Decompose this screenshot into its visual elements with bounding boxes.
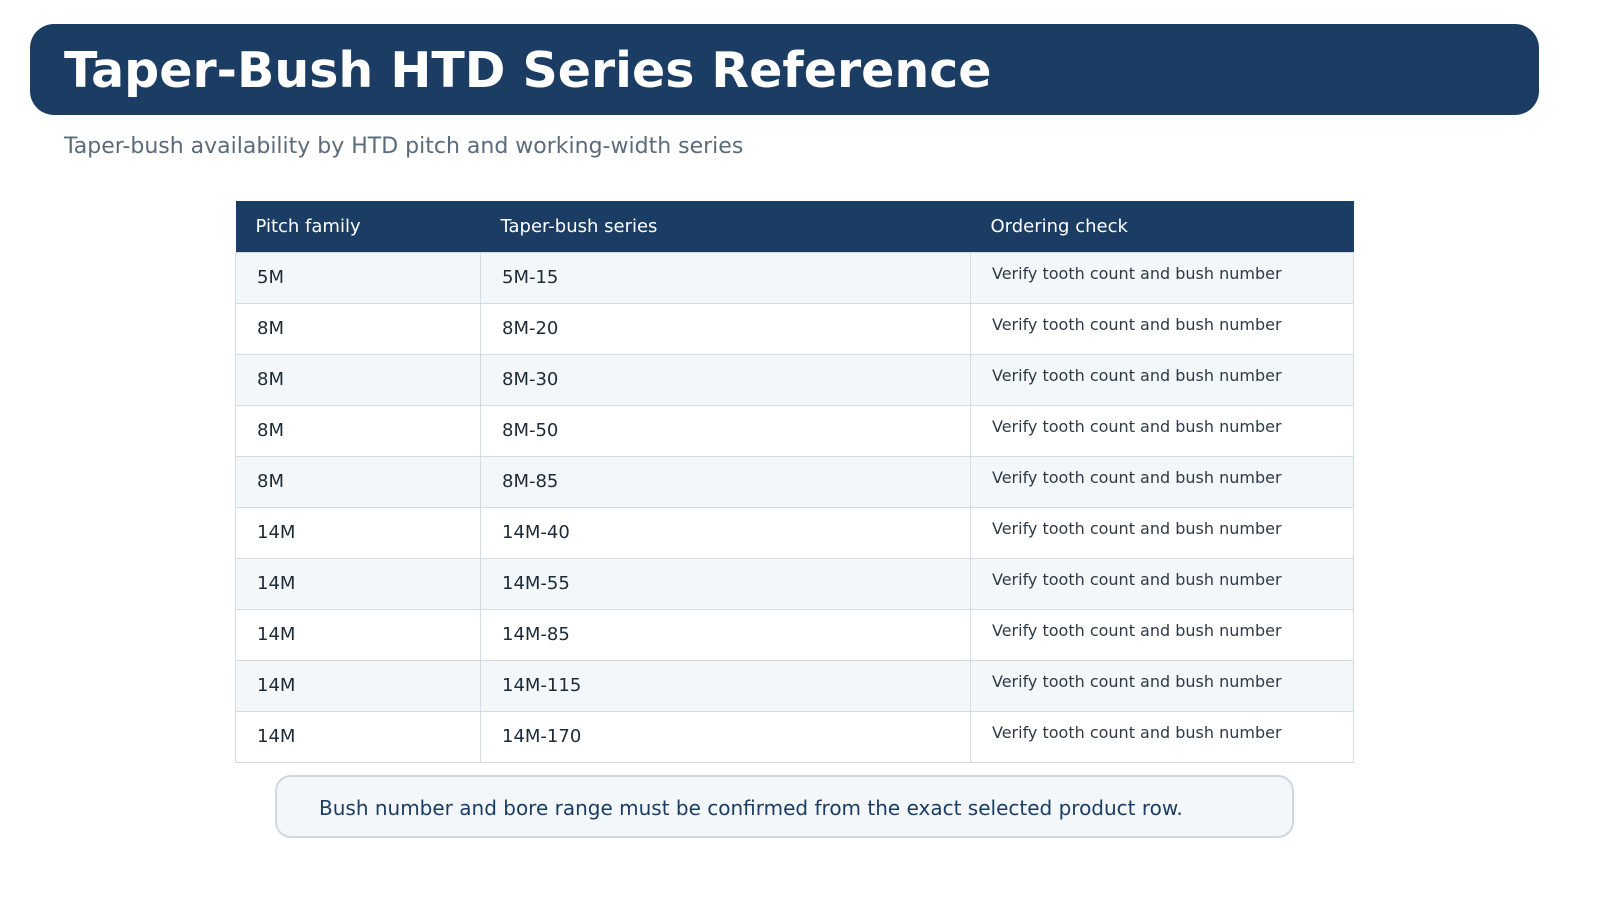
taper-bush-series-cell: 8M-50 xyxy=(480,404,971,457)
ordering-check-cell: Verify tooth count and bush number xyxy=(970,404,1354,457)
taper-bush-series-cell: 14M-170 xyxy=(480,710,971,763)
pitch-family-cell: 5M xyxy=(235,251,481,304)
table-row: 8M 8M-85 Verify tooth count and bush num… xyxy=(235,455,1354,508)
column-header-ordering-check: Ordering check xyxy=(970,201,1354,252)
table-row: 14M 14M-170 Verify tooth count and bush … xyxy=(235,710,1354,763)
table-row: 8M 8M-30 Verify tooth count and bush num… xyxy=(235,353,1354,406)
page-title: Taper-Bush HTD Series Reference xyxy=(64,42,992,99)
table-row: 14M 14M-85 Verify tooth count and bush n… xyxy=(235,608,1354,661)
taper-bush-series-cell: 14M-55 xyxy=(480,557,971,610)
taper-bush-series-cell: 14M-115 xyxy=(480,659,971,712)
series-table: Pitch family Taper-bush series Ordering … xyxy=(235,201,1354,763)
title-banner: Taper-Bush HTD Series Reference xyxy=(30,24,1539,115)
ordering-check-cell: Verify tooth count and bush number xyxy=(970,251,1354,304)
table-row: 14M 14M-55 Verify tooth count and bush n… xyxy=(235,557,1354,610)
ordering-check-cell: Verify tooth count and bush number xyxy=(970,659,1354,712)
confirmation-note: Bush number and bore range must be confi… xyxy=(275,775,1294,838)
confirmation-note-text: Bush number and bore range must be confi… xyxy=(319,796,1183,820)
column-header-pitch-family: Pitch family xyxy=(235,201,481,252)
table-row: 14M 14M-115 Verify tooth count and bush … xyxy=(235,659,1354,712)
taper-bush-series-cell: 14M-85 xyxy=(480,608,971,661)
pitch-family-cell: 8M xyxy=(235,404,481,457)
pitch-family-cell: 14M xyxy=(235,506,481,559)
table-row: 5M 5M-15 Verify tooth count and bush num… xyxy=(235,251,1354,304)
taper-bush-series-cell: 14M-40 xyxy=(480,506,971,559)
taper-bush-series-cell: 8M-20 xyxy=(480,302,971,355)
taper-bush-series-cell: 8M-30 xyxy=(480,353,971,406)
pitch-family-cell: 14M xyxy=(235,608,481,661)
column-header-taper-bush-series: Taper-bush series xyxy=(480,201,971,252)
taper-bush-series-cell: 5M-15 xyxy=(480,251,971,304)
pitch-family-cell: 14M xyxy=(235,557,481,610)
ordering-check-cell: Verify tooth count and bush number xyxy=(970,608,1354,661)
table-row: 14M 14M-40 Verify tooth count and bush n… xyxy=(235,506,1354,559)
table-header-row: Pitch family Taper-bush series Ordering … xyxy=(235,201,1354,252)
ordering-check-cell: Verify tooth count and bush number xyxy=(970,506,1354,559)
pitch-family-cell: 14M xyxy=(235,659,481,712)
pitch-family-cell: 8M xyxy=(235,455,481,508)
pitch-family-cell: 8M xyxy=(235,302,481,355)
pitch-family-cell: 8M xyxy=(235,353,481,406)
table-row: 8M 8M-50 Verify tooth count and bush num… xyxy=(235,404,1354,457)
pitch-family-cell: 14M xyxy=(235,710,481,763)
ordering-check-cell: Verify tooth count and bush number xyxy=(970,557,1354,610)
ordering-check-cell: Verify tooth count and bush number xyxy=(970,302,1354,355)
page-subtitle: Taper-bush availability by HTD pitch and… xyxy=(64,134,744,159)
ordering-check-cell: Verify tooth count and bush number xyxy=(970,353,1354,406)
ordering-check-cell: Verify tooth count and bush number xyxy=(970,710,1354,763)
ordering-check-cell: Verify tooth count and bush number xyxy=(970,455,1354,508)
table-row: 8M 8M-20 Verify tooth count and bush num… xyxy=(235,302,1354,355)
taper-bush-series-cell: 8M-85 xyxy=(480,455,971,508)
